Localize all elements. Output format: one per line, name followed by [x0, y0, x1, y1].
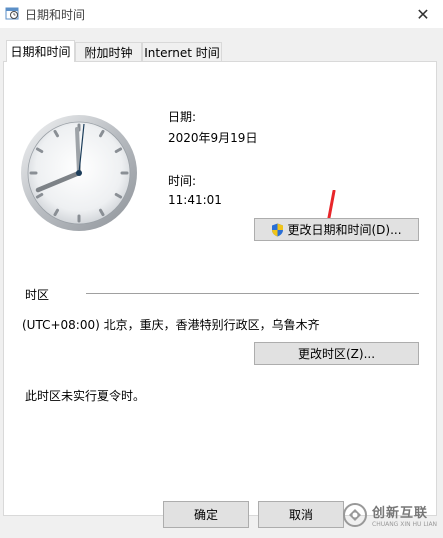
- uac-shield-icon: [272, 223, 284, 236]
- title-bar[interactable]: 日期和时间 ✕: [0, 0, 443, 28]
- cancel-button[interactable]: 取消: [258, 501, 344, 528]
- window-title: 日期和时间: [25, 8, 86, 22]
- time-label: 时间:: [168, 174, 197, 188]
- date-time-icon: [5, 7, 19, 20]
- time-value: 11:41:01: [168, 193, 222, 207]
- watermark-text: 创新互联: [372, 506, 429, 521]
- date-label: 日期:: [168, 110, 197, 124]
- section-divider: [86, 293, 419, 294]
- ok-button[interactable]: 确定: [163, 501, 249, 528]
- timezone-value: (UTC+08:00) 北京，重庆，香港特别行政区，乌鲁木齐: [22, 318, 320, 332]
- analog-clock-icon: [21, 115, 137, 231]
- watermark-logo-icon: [343, 503, 367, 527]
- change-timezone-button[interactable]: 更改时区(Z)...: [254, 342, 419, 365]
- close-icon: ✕: [416, 4, 430, 24]
- watermark-subtext: CHUANG XIN HU LIAN: [372, 521, 438, 528]
- tab-date-time[interactable]: 日期和时间: [6, 40, 75, 62]
- dialog-body: 日期和时间 附加时钟 Internet 时间 日期: 2020年9月19日 时间…: [0, 28, 443, 538]
- timezone-section-label: 时区: [25, 288, 50, 302]
- change-date-time-button[interactable]: 更改日期和时间(D)...: [254, 218, 419, 241]
- dst-note: 此时区未实行夏令时。: [25, 389, 146, 403]
- tab-panel: 日期: 2020年9月19日 时间: 11:41:01 更改日期和时间(D)..…: [3, 61, 437, 516]
- watermark: 创新互联 CHUANG XIN HU LIAN: [343, 500, 441, 530]
- tab-internet-time[interactable]: Internet 时间: [142, 42, 222, 61]
- change-date-time-label: 更改日期和时间(D)...: [287, 223, 402, 237]
- tab-additional-clocks[interactable]: 附加时钟: [75, 42, 142, 61]
- close-button[interactable]: ✕: [403, 0, 443, 28]
- date-value: 2020年9月19日: [168, 131, 258, 145]
